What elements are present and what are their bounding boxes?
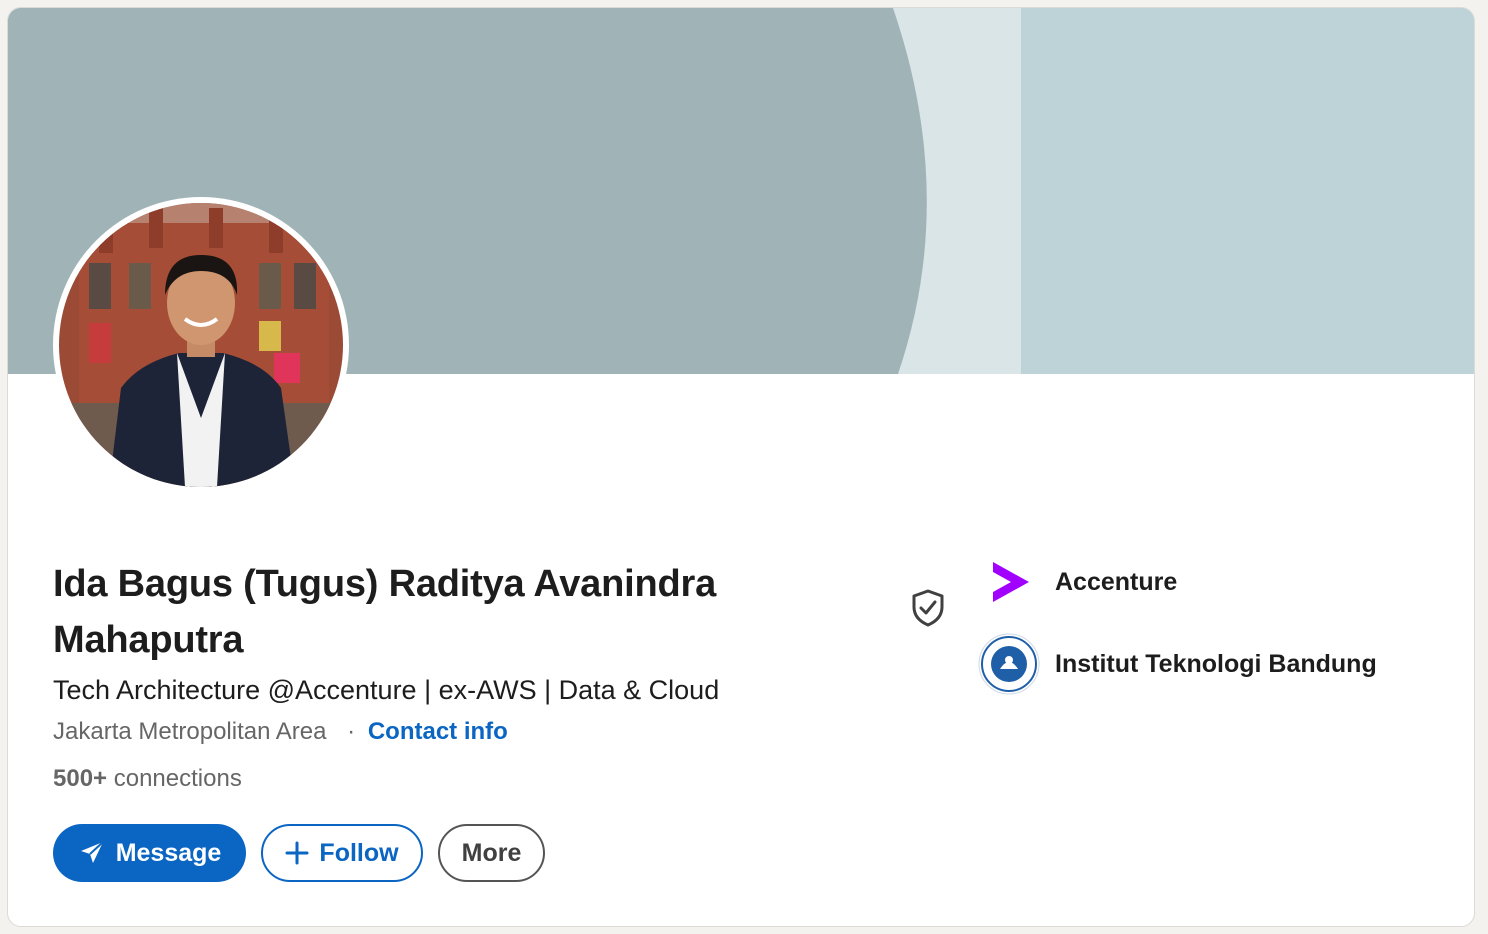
profile-name: Ida Bagus (Tugus) Raditya Avanindra Maha… xyxy=(53,563,717,661)
follow-button[interactable]: Follow xyxy=(261,824,423,882)
profile-photo-image xyxy=(59,203,343,487)
profile-photo[interactable] xyxy=(53,197,349,493)
more-button-label: More xyxy=(461,838,522,867)
org-accenture-name: Accenture xyxy=(1055,567,1178,596)
profile-headline: Tech Architecture @Accenture | ex-AWS | … xyxy=(53,675,720,705)
plus-icon xyxy=(285,841,309,865)
connections-number: 500+ xyxy=(53,765,108,792)
profile-location: Jakarta Metropolitan Area xyxy=(53,718,327,745)
org-itb[interactable]: Institut Teknologi Bandung xyxy=(978,633,1377,695)
message-button-label: Message xyxy=(115,838,222,867)
separator-dot: · xyxy=(347,718,356,745)
accenture-logo-icon xyxy=(978,551,1040,613)
contact-info-link[interactable]: Contact info xyxy=(368,718,508,745)
location-row: Jakarta Metropolitan Area · Contact info xyxy=(53,716,508,748)
paper-plane-icon xyxy=(78,839,106,867)
verified-shield-icon[interactable] xyxy=(908,588,948,628)
profile-card: Ida Bagus (Tugus) Raditya Avanindra Maha… xyxy=(7,7,1475,927)
connections-label: connections xyxy=(113,765,242,792)
org-accenture[interactable]: Accenture xyxy=(978,551,1177,613)
org-itb-name: Institut Teknologi Bandung xyxy=(1055,649,1377,678)
more-button[interactable]: More xyxy=(438,824,545,882)
message-button[interactable]: Message xyxy=(53,824,246,882)
follow-button-label: Follow xyxy=(319,838,399,867)
connections-count[interactable]: 500+ connections xyxy=(53,763,242,795)
itb-logo-icon xyxy=(978,633,1040,695)
